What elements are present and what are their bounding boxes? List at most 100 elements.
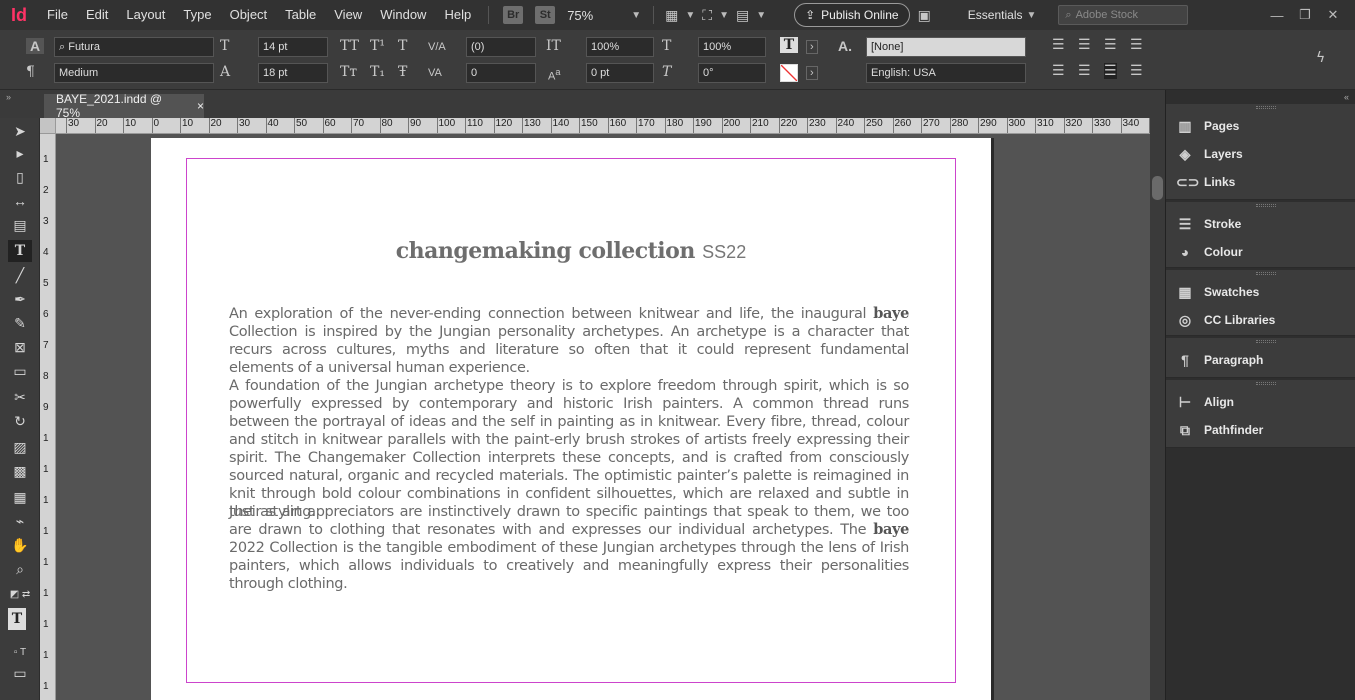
leading-field[interactable]: 18 pt	[258, 63, 328, 83]
align-right-icon[interactable]: ☰	[1104, 37, 1117, 53]
align-away-spine-icon[interactable]: ☰	[1130, 63, 1143, 79]
default-fill-stroke-icon[interactable]: ◩ ⇄	[8, 584, 32, 606]
paragraph-2[interactable]: A foundation of the Jungian archetype th…	[229, 377, 909, 521]
panel-links[interactable]: ⊂⊃ Links	[1176, 170, 1235, 194]
zoom-level[interactable]: 75%	[567, 8, 627, 23]
menu-layout[interactable]: Layout	[117, 0, 174, 30]
document-page[interactable]: changemaking collection SS22 An explorat…	[151, 138, 991, 700]
menu-help[interactable]: Help	[435, 0, 480, 30]
restore-icon[interactable]: ❐	[1291, 7, 1319, 23]
bridge-button[interactable]: Br	[503, 6, 524, 24]
gap-tool-icon[interactable]: ↔	[8, 190, 32, 212]
vertical-scale-field[interactable]: 100%	[586, 37, 654, 57]
panel-grip[interactable]	[1256, 204, 1276, 207]
scissors-tool-icon[interactable]: ✂	[8, 386, 32, 408]
menu-object[interactable]: Object	[221, 0, 277, 30]
skew-field[interactable]: 0°	[698, 63, 766, 83]
chevron-down-icon[interactable]: ▼	[756, 10, 766, 21]
panel-stroke[interactable]: ☰ Stroke	[1176, 212, 1242, 236]
close-icon[interactable]: ✕	[1319, 7, 1347, 23]
small-caps-icon[interactable]: Tт	[340, 64, 357, 80]
chevron-right-icon[interactable]: ›	[806, 40, 818, 54]
align-center-icon[interactable]: ☰	[1078, 37, 1091, 53]
panel-paragraph[interactable]: ¶ Paragraph	[1176, 348, 1263, 372]
fill-swatch-icon[interactable]: T	[8, 608, 26, 630]
close-icon[interactable]: ×	[197, 99, 204, 113]
ruler-origin[interactable]	[40, 118, 56, 134]
hand-tool-icon[interactable]: ✋	[8, 534, 32, 556]
panel-grip[interactable]	[1256, 340, 1276, 343]
paragraph-3[interactable]: Just as art appreciators are instinctive…	[229, 503, 909, 593]
panel-grip[interactable]	[1256, 106, 1276, 109]
stock-button[interactable]: St	[535, 6, 556, 24]
align-left-icon[interactable]: ☰	[1052, 37, 1065, 53]
kerning-field[interactable]: (0)	[466, 37, 536, 57]
menu-window[interactable]: Window	[371, 0, 435, 30]
superscript-icon[interactable]: T¹	[370, 38, 385, 54]
font-family-field[interactable]: ⌕ Futura	[54, 37, 214, 57]
formatting-container-icon[interactable]: ▫ T	[8, 642, 32, 664]
vertical-ruler[interactable]: 1 2 3 4 5 6 7 8 9 1 1 1 1 1 1 1 1 1	[40, 134, 56, 700]
panel-pathfinder[interactable]: ⧉ Pathfinder	[1176, 418, 1263, 442]
document-tab[interactable]: BAYE_2021.indd @ 75% ×	[44, 92, 204, 120]
content-collector-icon[interactable]: ▤	[8, 214, 32, 236]
paragraph-formatting-icon[interactable]: ¶	[26, 64, 35, 80]
pasteboard[interactable]: changemaking collection SS22 An explorat…	[56, 134, 1150, 700]
panel-colour[interactable]: ◕ Colour	[1176, 240, 1243, 264]
panel-pages[interactable]: ▥ Pages	[1176, 114, 1239, 138]
baseline-shift-field[interactable]: 0 pt	[586, 63, 654, 83]
justify-center-icon[interactable]: ☰	[1078, 63, 1091, 79]
menu-file[interactable]: File	[38, 0, 77, 30]
all-caps-icon[interactable]: TT	[340, 38, 359, 54]
lightning-icon[interactable]: ϟ	[1316, 50, 1325, 66]
menu-table[interactable]: Table	[276, 0, 325, 30]
underline-icon[interactable]: T	[398, 38, 407, 54]
type-tool-icon[interactable]: T	[8, 240, 32, 262]
stroke-none-icon[interactable]	[780, 64, 798, 82]
panel-align[interactable]: ⊢ Align	[1176, 390, 1234, 414]
justify-all-icon[interactable]: ☰	[1104, 63, 1117, 79]
chevron-down-icon[interactable]: ▼	[719, 10, 729, 21]
horizontal-scale-field[interactable]: 100%	[698, 37, 766, 57]
scrollbar-thumb[interactable]	[1152, 176, 1163, 200]
tracking-field[interactable]: 0	[466, 63, 536, 83]
horizontal-ruler[interactable]: 30 20 10 0 10 20 30 40 50 60 70 80 90 100 110 120 130 140…	[40, 118, 1150, 134]
font-size-field[interactable]: 14 pt	[258, 37, 328, 57]
strikethrough-icon[interactable]: Ŧ	[398, 64, 407, 80]
rectangle-tool-icon[interactable]: ▭	[8, 360, 32, 382]
note-tool-icon[interactable]: ▦	[8, 486, 32, 508]
justify-left-icon[interactable]: ☰	[1052, 63, 1065, 79]
align-towards-spine-icon[interactable]: ☰	[1130, 37, 1143, 53]
zoom-dropdown-icon[interactable]: ▼	[631, 10, 641, 21]
direct-selection-tool-icon[interactable]: ▸	[8, 142, 32, 164]
zoom-tool-icon[interactable]: ⌕	[8, 558, 32, 580]
character-formatting-icon[interactable]: A	[26, 38, 45, 54]
character-style-field[interactable]: [None]	[866, 37, 1026, 57]
panel-swatches[interactable]: ▦ Swatches	[1176, 280, 1259, 304]
page-tool-icon[interactable]: ▯	[8, 166, 32, 188]
publish-panel-icon[interactable]: ▣	[918, 7, 931, 24]
paragraph-1[interactable]: An exploration of the never-ending conne…	[229, 305, 909, 377]
font-style-field[interactable]: Medium	[54, 63, 214, 83]
gradient-swatch-tool-icon[interactable]: ▨	[8, 436, 32, 458]
free-transform-tool-icon[interactable]: ↻	[8, 410, 32, 432]
eyedropper-tool-icon[interactable]: ⌁	[8, 510, 32, 532]
chevron-down-icon[interactable]: ▼	[685, 10, 695, 21]
arrange-documents-icon[interactable]: ▤	[736, 7, 749, 24]
minimize-icon[interactable]: —	[1263, 8, 1291, 23]
rectangle-frame-tool-icon[interactable]: ⊠	[8, 336, 32, 358]
normal-view-icon[interactable]: ▭	[8, 662, 32, 684]
publish-online-button[interactable]: ⇪ Publish Online	[794, 3, 910, 27]
pen-tool-icon[interactable]: ✒	[8, 288, 32, 310]
page-headline[interactable]: changemaking collection SS22	[151, 238, 991, 264]
collapse-toolbox-icon[interactable]: »	[6, 92, 11, 102]
workspace-switcher[interactable]: Essentials	[968, 8, 1023, 22]
panel-grip[interactable]	[1256, 272, 1276, 275]
gradient-feather-tool-icon[interactable]: ▩	[8, 460, 32, 482]
language-field[interactable]: English: USA	[866, 63, 1026, 83]
menu-edit[interactable]: Edit	[77, 0, 117, 30]
menu-type[interactable]: Type	[174, 0, 220, 30]
subscript-icon[interactable]: T₁	[370, 64, 385, 80]
pencil-tool-icon[interactable]: ✎	[8, 312, 32, 334]
panel-layers[interactable]: ◈ Layers	[1176, 142, 1243, 166]
